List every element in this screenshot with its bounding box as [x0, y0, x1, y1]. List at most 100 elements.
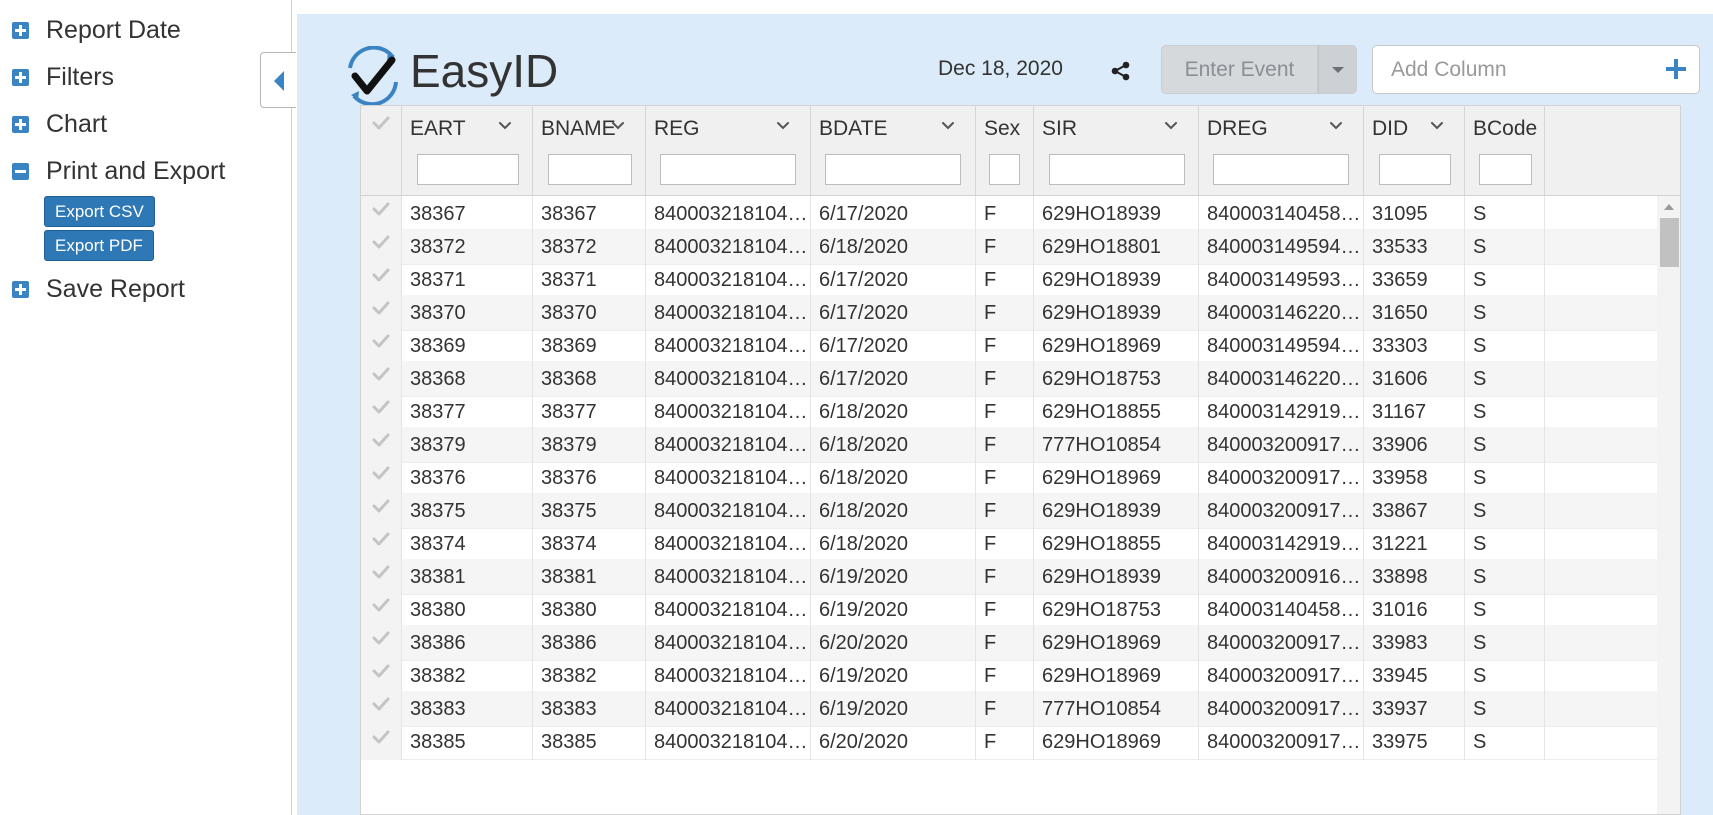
row-select-cell[interactable]	[361, 691, 402, 727]
table-row[interactable]: 38376 38376 840003218104… 6/18/2020 F 629HO18…	[361, 460, 1657, 496]
table-cell: 33659	[1364, 262, 1465, 298]
row-select-cell[interactable]	[361, 427, 402, 463]
row-select-cell[interactable]	[361, 460, 402, 496]
row-select-cell[interactable]	[361, 592, 402, 628]
row-select-cell[interactable]	[361, 295, 402, 331]
select-all-column[interactable]	[361, 106, 402, 195]
table-row[interactable]: 38372 38372 840003218104… 6/18/2020 F 629HO18…	[361, 229, 1657, 265]
row-select-cell[interactable]	[361, 394, 402, 430]
column-filter-input[interactable]	[1213, 154, 1349, 185]
table-row[interactable]: 38371 38371 840003218104… 6/17/2020 F 629HO18…	[361, 262, 1657, 298]
row-select-cell[interactable]	[361, 328, 402, 364]
table-cell: F	[976, 196, 1034, 232]
column-filter-input[interactable]	[1479, 154, 1532, 185]
table-row[interactable]: 38375 38375 840003218104… 6/18/2020 F 629HO18…	[361, 493, 1657, 529]
row-select-check-icon[interactable]	[372, 499, 390, 513]
column-header[interactable]: SIR	[1034, 106, 1199, 195]
column-menu-chevron-icon[interactable]	[1163, 120, 1179, 132]
column-header[interactable]: DREG	[1199, 106, 1364, 195]
row-select-cell[interactable]	[361, 724, 402, 760]
table-row[interactable]: 38386 38386 840003218104… 6/20/2020 F 629HO18…	[361, 625, 1657, 661]
vertical-scrollbar[interactable]	[1657, 196, 1680, 814]
column-header[interactable]: EART	[402, 106, 533, 195]
table-row[interactable]: 38377 38377 840003218104… 6/18/2020 F 629HO18…	[361, 394, 1657, 430]
table-row[interactable]: 38380 38380 840003218104… 6/19/2020 F 629HO18…	[361, 592, 1657, 628]
column-filter-input[interactable]	[825, 154, 961, 185]
row-select-cell[interactable]	[361, 196, 402, 232]
column-menu-chevron-icon[interactable]	[775, 120, 791, 132]
row-select-check-icon[interactable]	[372, 631, 390, 645]
column-filter-input[interactable]	[660, 154, 796, 185]
row-select-cell[interactable]	[361, 526, 402, 562]
row-select-cell[interactable]	[361, 229, 402, 265]
row-select-check-icon[interactable]	[372, 334, 390, 348]
row-select-check-icon[interactable]	[372, 598, 390, 612]
row-select-cell[interactable]	[361, 658, 402, 694]
row-select-check-icon[interactable]	[372, 466, 390, 480]
column-filter-input[interactable]	[417, 154, 519, 185]
report-date: Dec 18, 2020	[938, 57, 1063, 80]
event-dropdown-toggle[interactable]	[1318, 45, 1357, 94]
export-pdf-button[interactable]: Export PDF	[44, 230, 154, 261]
share-icon[interactable]	[1110, 60, 1132, 82]
table-row[interactable]: 38382 38382 840003218104… 6/19/2020 F 629HO18…	[361, 658, 1657, 694]
row-select-check-icon[interactable]	[372, 664, 390, 678]
column-menu-chevron-icon[interactable]	[940, 120, 956, 132]
row-select-cell[interactable]	[361, 625, 402, 661]
column-header[interactable]: DID	[1364, 106, 1465, 195]
table-row[interactable]: 38385 38385 840003218104… 6/20/2020 F 629HO18…	[361, 724, 1657, 760]
column-filter-input[interactable]	[548, 154, 632, 185]
row-select-check-icon[interactable]	[372, 565, 390, 579]
row-select-check-icon[interactable]	[372, 202, 390, 216]
scroll-thumb[interactable]	[1660, 218, 1679, 267]
column-header[interactable]: Sex	[976, 106, 1034, 195]
scroll-up-arrow-icon[interactable]	[1664, 204, 1674, 210]
row-select-check-icon[interactable]	[372, 116, 390, 130]
row-select-check-icon[interactable]	[372, 730, 390, 744]
sidebar-item-label: Chart	[46, 109, 108, 138]
column-header[interactable]: REG	[646, 106, 811, 195]
row-select-cell[interactable]	[361, 559, 402, 595]
row-select-check-icon[interactable]	[372, 268, 390, 282]
row-select-check-icon[interactable]	[372, 697, 390, 711]
table-row[interactable]: 38383 38383 840003218104… 6/19/2020 F 777HO10…	[361, 691, 1657, 727]
column-menu-chevron-icon[interactable]	[1429, 120, 1445, 132]
column-filter-input[interactable]	[989, 154, 1020, 185]
row-select-check-icon[interactable]	[372, 400, 390, 414]
sidebar-item-chart[interactable]: Chart	[12, 107, 107, 141]
export-csv-button[interactable]: Export CSV	[44, 196, 155, 227]
column-filter-input[interactable]	[1049, 154, 1185, 185]
add-column-plus-icon[interactable]	[1666, 59, 1686, 79]
column-header[interactable]: BCode	[1465, 106, 1545, 195]
column-menu-chevron-icon[interactable]	[497, 120, 513, 132]
column-header[interactable]: BDATE	[811, 106, 976, 195]
table-row[interactable]: 38381 38381 840003218104… 6/19/2020 F 629HO18…	[361, 559, 1657, 595]
enter-event-button[interactable]: Enter Event	[1161, 45, 1318, 94]
column-menu-chevron-icon[interactable]	[1328, 120, 1344, 132]
row-select-check-icon[interactable]	[372, 301, 390, 315]
row-select-check-icon[interactable]	[372, 433, 390, 447]
sidebar-item-filters[interactable]: Filters	[12, 60, 114, 94]
row-select-check-icon[interactable]	[372, 532, 390, 546]
table-cell: S	[1465, 493, 1545, 529]
row-select-cell[interactable]	[361, 361, 402, 397]
column-menu-chevron-icon[interactable]	[610, 120, 626, 132]
collapse-sidebar-button[interactable]	[260, 52, 296, 108]
column-header[interactable]: BNAME	[533, 106, 646, 195]
row-select-cell[interactable]	[361, 262, 402, 298]
sidebar-item-report-date[interactable]: Report Date	[12, 13, 181, 47]
sidebar-item-print-and-export[interactable]: Print and Export	[12, 154, 225, 188]
table-row[interactable]: 38367 38367 840003218104… 6/17/2020 F 629HO18…	[361, 196, 1657, 232]
table-row[interactable]: 38379 38379 840003218104… 6/18/2020 F 777HO10…	[361, 427, 1657, 463]
table-cell: 629HO18855	[1034, 526, 1199, 562]
table-row[interactable]: 38374 38374 840003218104… 6/18/2020 F 629HO18…	[361, 526, 1657, 562]
column-filter-input[interactable]	[1379, 154, 1451, 185]
table-row[interactable]: 38370 38370 840003218104… 6/17/2020 F 629HO18…	[361, 295, 1657, 331]
row-select-check-icon[interactable]	[372, 367, 390, 381]
table-row[interactable]: 38369 38369 840003218104… 6/17/2020 F 629HO18…	[361, 328, 1657, 364]
row-select-cell[interactable]	[361, 493, 402, 529]
table-row[interactable]: 38368 38368 840003218104… 6/17/2020 F 629HO18…	[361, 361, 1657, 397]
sidebar-item-save-report[interactable]: Save Report	[12, 272, 185, 306]
row-select-check-icon[interactable]	[372, 235, 390, 249]
add-column-input[interactable]	[1374, 47, 1644, 92]
